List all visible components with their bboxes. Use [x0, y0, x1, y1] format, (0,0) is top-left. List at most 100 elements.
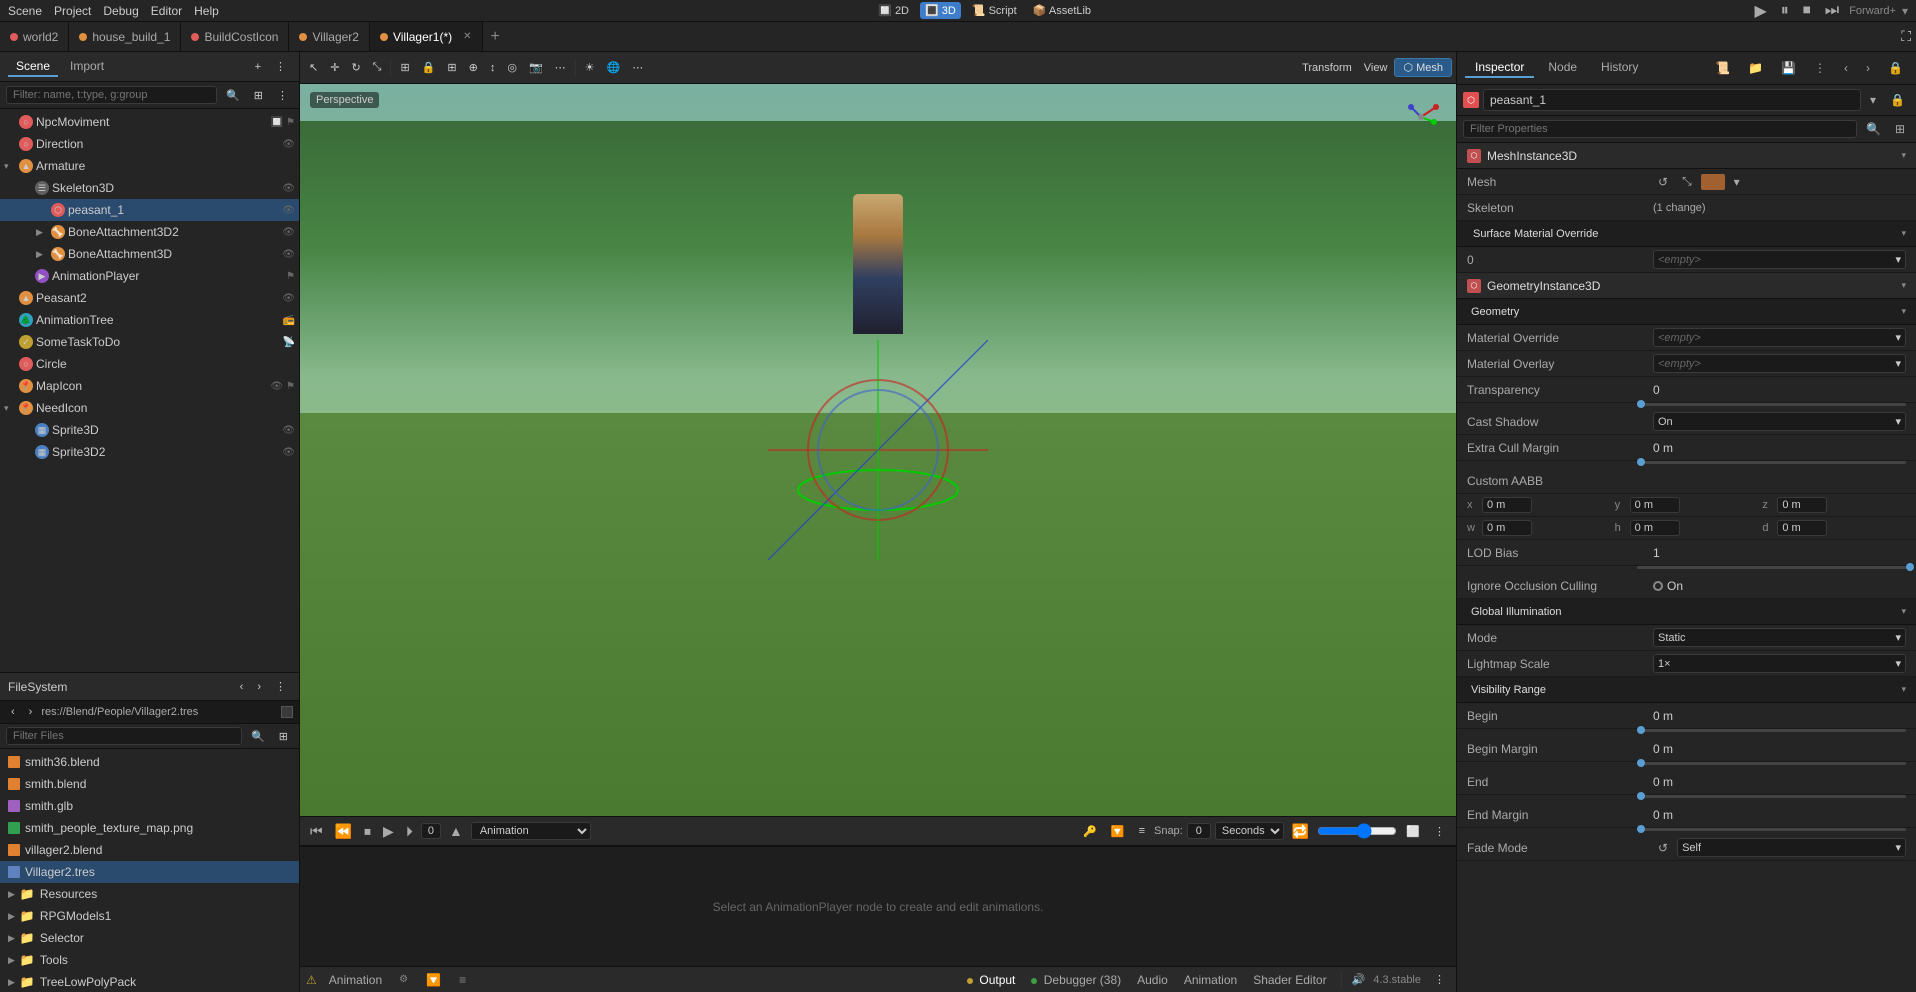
inspector-lock-btn[interactable]: 🔒 — [1883, 59, 1908, 77]
inspector-options-btn[interactable]: ⋮ — [1809, 59, 1831, 77]
tree-boneatt3d2[interactable]: ▶ 🦴 BoneAttachment3D2 👁 — [0, 221, 299, 243]
node-name-input[interactable] — [1483, 89, 1861, 111]
tree-mapicon[interactable]: 📍 MapIcon 👁 ⚑ — [0, 375, 299, 397]
fs-filter-input[interactable] — [6, 727, 242, 745]
scene-filter-btn[interactable]: ⊞ — [249, 87, 268, 104]
z-input[interactable] — [1777, 497, 1827, 513]
filter-props-input[interactable] — [1463, 120, 1857, 138]
tab-world2[interactable]: world2 — [0, 22, 69, 51]
inspector-save-btn[interactable]: 💾 — [1776, 59, 1801, 77]
play-button[interactable]: ▶ — [1750, 1, 1770, 21]
fs-path-back[interactable]: ‹ — [6, 704, 20, 720]
scene-search-input[interactable] — [6, 86, 217, 104]
step-button[interactable]: ⏭ — [1821, 2, 1843, 20]
fs-file-villager2blend[interactable]: villager2.blend — [0, 839, 299, 861]
vis-end-slider[interactable] — [1637, 795, 1906, 798]
fs-back-btn[interactable]: ‹ — [235, 678, 249, 695]
tree-peasant1[interactable]: ⬡ peasant_1 👁 — [0, 199, 299, 221]
tab-add-button[interactable]: + — [483, 28, 508, 46]
flag-npcmoviment[interactable]: ⚑ — [286, 117, 295, 128]
prop-material-overlay-dropdown[interactable]: <empty> ▾ — [1653, 354, 1906, 373]
anim-skip-start[interactable]: ⏮ — [306, 821, 327, 842]
tree-circle[interactable]: ○ Circle — [0, 353, 299, 375]
camera-btn[interactable]: 📷 — [524, 59, 548, 76]
pause-button[interactable]: ⏸ — [1777, 2, 1793, 20]
scale-tool[interactable]: ⤡ — [368, 59, 387, 76]
flag-mapicon[interactable]: ⚑ — [286, 381, 295, 392]
vis-animplayer[interactable]: ⚑ — [286, 271, 295, 282]
tree-boneatt3d[interactable]: ▶ 🦴 BoneAttachment3D 👁 — [0, 243, 299, 265]
fade-mode-reload-btn[interactable]: ↺ — [1653, 839, 1673, 857]
mesh-expand-btn[interactable]: ⤡ — [1677, 172, 1697, 191]
bottom-options-btn[interactable]: ⋮ — [1429, 971, 1450, 988]
anim-loop-btn[interactable]: 🔁 — [1288, 821, 1313, 842]
fs-folder-rpgmodels[interactable]: ▶ 📁 RPGModels1 — [0, 905, 299, 927]
extra-cull-slider[interactable] — [1637, 461, 1906, 464]
mode-2d[interactable]: 🔲 2D — [873, 2, 914, 19]
rotate-tool[interactable]: ↻ — [346, 59, 365, 76]
pivot-btn[interactable]: ◎ — [502, 59, 522, 76]
grid-btn[interactable]: ⊞ — [442, 59, 461, 76]
prop-cast-shadow-dropdown[interactable]: On ▾ — [1653, 412, 1906, 431]
more-btn[interactable]: ⋯ — [550, 59, 571, 76]
lock-btn[interactable]: 🔒 — [417, 59, 441, 76]
tree-skeleton3d[interactable]: ☰ Skeleton3D 👁 — [0, 177, 299, 199]
surface-material-header[interactable]: Surface Material Override ▾ — [1457, 221, 1916, 247]
prop-material-override-dropdown[interactable]: <empty> ▾ — [1653, 328, 1906, 347]
d-input[interactable] — [1777, 520, 1827, 536]
gi-header[interactable]: Global Illumination ▾ — [1457, 599, 1916, 625]
fs-file-smithpng[interactable]: smith_people_texture_map.png — [0, 817, 299, 839]
vis-animtree[interactable]: 📻 — [283, 315, 295, 326]
imported-scene-btn[interactable]: ⚙ — [394, 972, 413, 987]
menu-help[interactable]: Help — [194, 4, 219, 18]
menu-scene[interactable]: Scene — [8, 4, 42, 18]
vis-boneatt[interactable]: 👁 — [282, 249, 295, 260]
fs-folder-tools[interactable]: ▶ 📁 Tools — [0, 949, 299, 971]
inspector-folder-btn[interactable]: 📁 — [1743, 59, 1768, 77]
env-btn[interactable]: 🌐 — [602, 59, 626, 76]
scene-options2-btn[interactable]: ⋮ — [272, 87, 293, 104]
sun-btn[interactable]: ☀ — [580, 59, 600, 76]
fs-file-smithglb[interactable]: smith.glb — [0, 795, 299, 817]
viewport-3d[interactable]: Perspective — [300, 84, 1456, 816]
tree-sprite3d2[interactable]: ▦ Sprite3D2 👁 — [0, 441, 299, 463]
tab-house-build[interactable]: house_build_1 — [69, 22, 181, 51]
tree-animplayer[interactable]: ▶ AnimationPlayer ⚑ — [0, 265, 299, 287]
geometry-instance-header[interactable]: ⬡ GeometryInstance3D ▾ — [1457, 273, 1916, 299]
filter-search-btn[interactable]: 🔍 — [1861, 120, 1886, 138]
scene-add-btn[interactable]: + — [250, 58, 266, 75]
mode-3d[interactable]: 🔳 3D — [920, 2, 961, 19]
vis-end-margin-slider[interactable] — [1637, 828, 1906, 831]
shader-tab[interactable]: Shader Editor — [1249, 971, 1330, 989]
prop-lightmap-scale-dropdown[interactable]: 1× ▾ — [1653, 654, 1906, 673]
vis-mapicon[interactable]: 👁 — [270, 381, 283, 392]
anim-tracks-btn[interactable]: ≡ — [1134, 823, 1150, 839]
move-tool[interactable]: ✛ — [325, 59, 344, 76]
forward-dropdown[interactable]: ▾ — [1902, 4, 1908, 18]
prop-fade-mode-dropdown[interactable]: Self ▾ — [1677, 838, 1906, 857]
vis-boneatt2[interactable]: 👁 — [282, 227, 295, 238]
visibility-range-header[interactable]: Visibility Range ▾ — [1457, 677, 1916, 703]
fs-path-forward[interactable]: › — [24, 704, 38, 720]
anim-track-select[interactable]: Animation — [471, 822, 591, 840]
fs-options-btn[interactable]: ⋮ — [270, 678, 291, 695]
anim-fit-btn[interactable]: ⬜ — [1401, 823, 1425, 840]
anim-time-unit[interactable]: Seconds — [1215, 822, 1284, 840]
vis-direction[interactable]: 👁 — [282, 139, 295, 150]
scene-tab[interactable]: Scene — [8, 57, 58, 77]
fs-filter-options[interactable]: ⊞ — [274, 728, 293, 745]
menu-debug[interactable]: Debug — [103, 4, 138, 18]
tree-animtree[interactable]: 🌲 AnimationTree 📻 — [0, 309, 299, 331]
w-input[interactable] — [1482, 520, 1532, 536]
anim-menu-btn[interactable]: ⋮ — [1429, 823, 1450, 840]
scene-search-btn[interactable]: 🔍 — [221, 87, 245, 104]
snap-toggle[interactable]: ⊞ — [395, 59, 414, 76]
history-tab[interactable]: History — [1591, 58, 1648, 78]
select-tool[interactable]: ↖ — [304, 59, 323, 76]
node-dropdown-btn[interactable]: ▾ — [1865, 91, 1881, 109]
transparency-slider[interactable] — [1637, 403, 1906, 406]
tree-armature[interactable]: ▾ ▲ Armature — [0, 155, 299, 177]
fs-folder-selector[interactable]: ▶ 📁 Selector — [0, 927, 299, 949]
vis-peasant1[interactable]: 👁 — [282, 205, 295, 216]
y-input[interactable] — [1630, 497, 1680, 513]
